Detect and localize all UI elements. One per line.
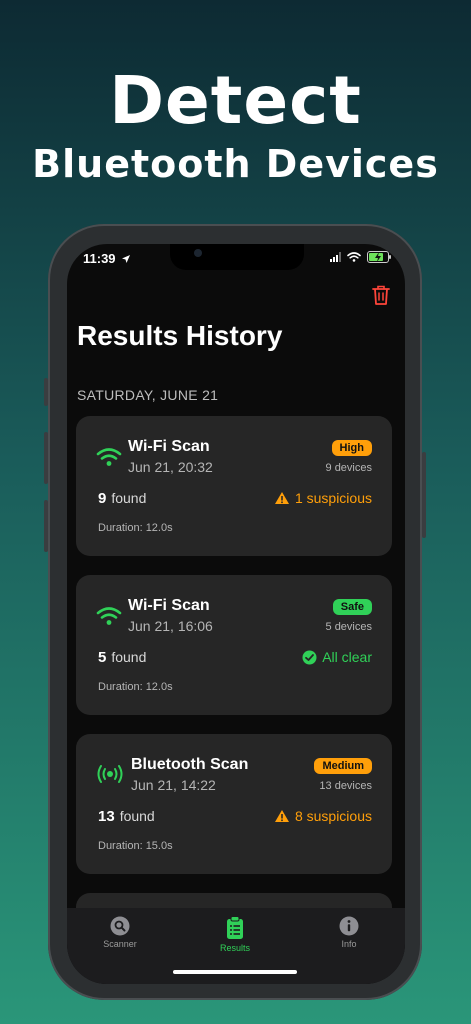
device-count: 9 devices — [325, 462, 372, 474]
signal-icon — [330, 252, 341, 262]
promo-subhead: Bluetooth Devices — [32, 142, 439, 186]
bluetooth-broadcast-icon — [97, 765, 123, 783]
info-icon — [339, 916, 359, 936]
page-title: Results History — [77, 320, 283, 351]
result-card[interactable]: Wi-Fi Scan Jun 21, 20:32 High 9 devices … — [76, 416, 392, 556]
tab-label: Results — [219, 943, 250, 953]
wifi-icon — [96, 448, 122, 466]
phone-side-button — [44, 432, 48, 484]
scan-name: Wi-Fi Scan — [128, 438, 210, 455]
phone-side-button — [422, 452, 426, 538]
tab-results[interactable]: Results — [195, 916, 275, 953]
found-summary: 13 found — [98, 808, 155, 825]
wifi-icon — [96, 607, 122, 625]
found-label: found — [111, 490, 147, 506]
search-icon — [110, 916, 130, 936]
trash-icon[interactable] — [371, 284, 391, 306]
status-text: All clear — [322, 649, 372, 665]
found-summary: 5 found — [98, 649, 146, 666]
app-screen: 11:39 Results History SATURDAY, JUNE 21 … — [67, 244, 405, 984]
status-icons — [330, 251, 391, 263]
found-count: 9 — [98, 490, 107, 507]
scan-name: Bluetooth Scan — [131, 756, 249, 773]
device-count: 5 devices — [325, 621, 372, 633]
scan-date: Jun 21, 14:22 — [131, 777, 216, 793]
battery-icon — [367, 251, 391, 263]
scan-date: Jun 21, 20:32 — [128, 459, 213, 475]
status-time-text: 11:39 — [83, 251, 116, 266]
tab-label: Scanner — [103, 939, 137, 949]
tab-info[interactable]: Info — [309, 916, 389, 949]
found-count: 5 — [98, 649, 107, 666]
section-header: SATURDAY, JUNE 21 — [77, 387, 219, 403]
notch — [170, 244, 304, 270]
scan-status: All clear — [302, 649, 372, 665]
wifi-status-icon — [347, 252, 361, 262]
promo-headline: Detect — [109, 62, 362, 139]
status-text: 1 suspicious — [294, 490, 372, 506]
camera-icon — [194, 249, 202, 257]
found-count: 13 — [98, 808, 115, 825]
status-text: 8 suspicious — [294, 808, 372, 824]
tab-label: Info — [341, 939, 357, 949]
risk-badge: Medium — [314, 758, 372, 774]
warning-icon — [274, 492, 289, 504]
device-count: 13 devices — [319, 780, 372, 792]
scan-status: 8 suspicious — [274, 808, 372, 824]
scan-duration: Duration: 12.0s — [98, 522, 173, 534]
scan-duration: Duration: 15.0s — [98, 840, 173, 852]
clipboard-icon — [227, 916, 243, 939]
phone-side-button — [44, 378, 48, 406]
found-label: found — [119, 808, 155, 824]
risk-badge: Safe — [332, 599, 372, 615]
status-time: 11:39 — [83, 251, 131, 266]
found-label: found — [111, 649, 147, 665]
home-indicator[interactable] — [173, 970, 297, 974]
warning-icon — [274, 810, 289, 822]
result-card[interactable]: Bluetooth Scan Jun 21, 14:22 Medium 13 d… — [76, 734, 392, 874]
phone-side-button — [44, 500, 48, 552]
scan-date: Jun 21, 16:06 — [128, 618, 213, 634]
tab-scanner[interactable]: Scanner — [80, 916, 160, 949]
check-circle-icon — [302, 650, 317, 664]
location-arrow-icon — [122, 255, 131, 263]
scan-name: Wi-Fi Scan — [128, 597, 210, 614]
risk-badge: High — [331, 440, 372, 456]
result-card[interactable]: Wi-Fi Scan Jun 21, 16:06 Safe 5 devices … — [76, 575, 392, 715]
found-summary: 9 found — [98, 490, 146, 507]
scan-duration: Duration: 12.0s — [98, 681, 173, 693]
scan-status: 1 suspicious — [274, 490, 372, 506]
